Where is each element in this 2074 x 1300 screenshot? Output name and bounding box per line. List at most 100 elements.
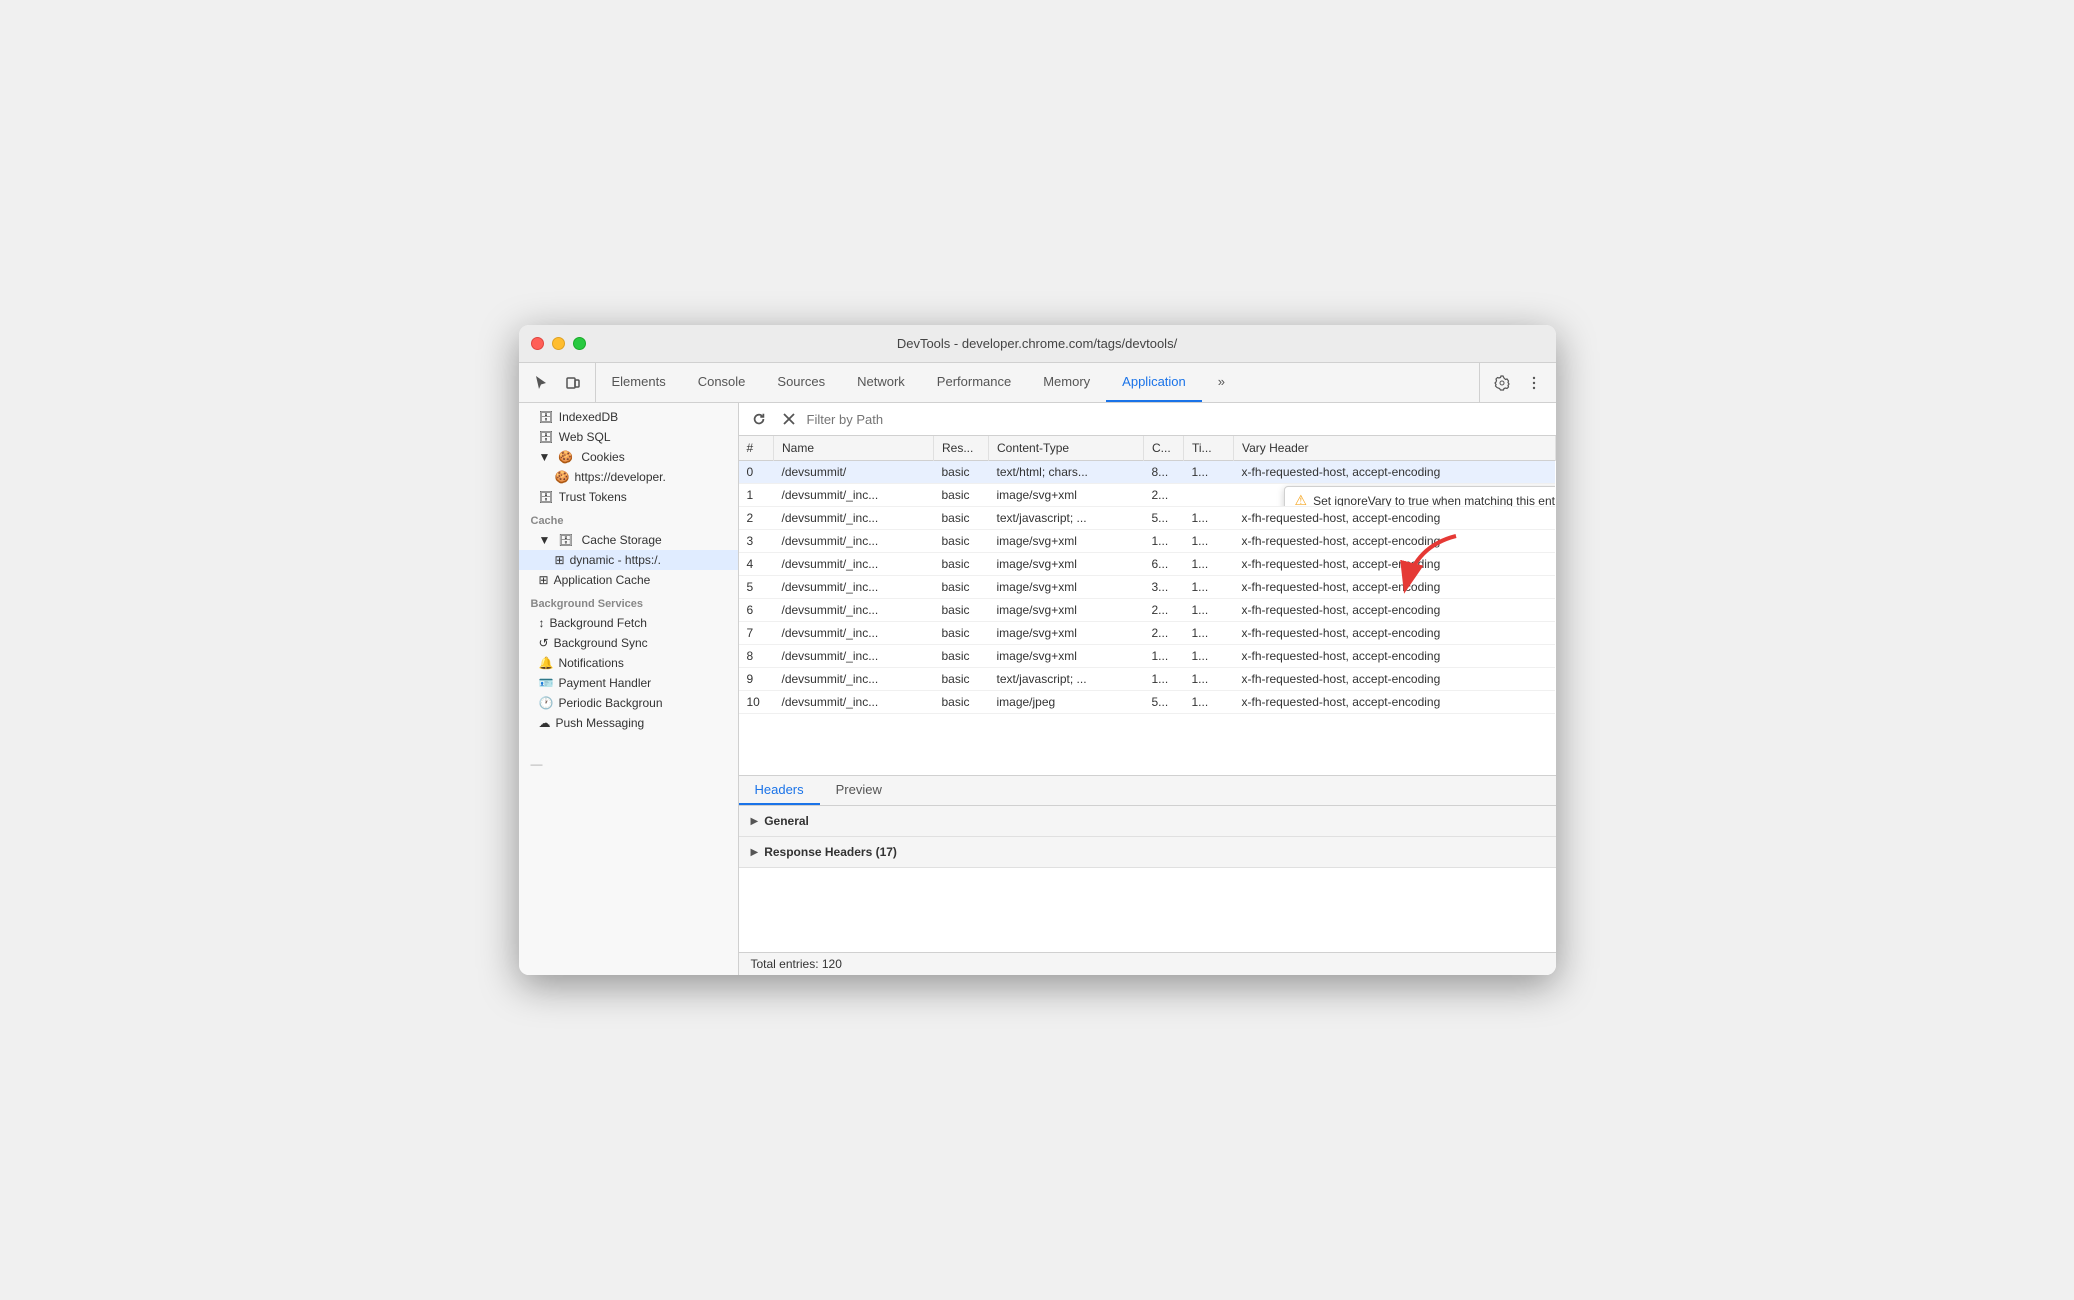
table-cell: 2... [1144, 622, 1184, 645]
main-area: 🗄 IndexedDB 🗄 Web SQL ▼ 🍪 Cookies 🍪 http… [519, 403, 1556, 975]
database-icon: 🗄 [539, 410, 554, 424]
table-row[interactable]: 0/devsummit/basictext/html; chars...8...… [739, 461, 1556, 484]
minimize-button[interactable] [552, 337, 565, 350]
tab-performance[interactable]: Performance [921, 363, 1027, 402]
tab-preview[interactable]: Preview [820, 776, 898, 805]
filter-input[interactable] [807, 412, 1548, 427]
tab-network[interactable]: Network [841, 363, 921, 402]
settings-icon[interactable] [1488, 369, 1516, 397]
table-cell: basic [934, 645, 989, 668]
table-cell: x-fh-requested-host, accept-encoding [1234, 553, 1556, 576]
cloud-icon: ☁ [539, 716, 551, 730]
chevron-icon: ▶ [751, 847, 759, 858]
table-cell: text/javascript; ... [989, 668, 1144, 691]
table-cell: 7 [739, 622, 774, 645]
table-cell: 6... [1144, 553, 1184, 576]
general-section-label: General [764, 814, 809, 828]
table-cell: 5... [1144, 691, 1184, 714]
maximize-button[interactable] [573, 337, 586, 350]
table-cell: /devsummit/_inc... [774, 645, 934, 668]
table-cell: 9 [739, 668, 774, 691]
panel-content: ▶ General ▶ Response Headers (17) [739, 806, 1556, 952]
sidebar-item-app-cache[interactable]: ⊞ Application Cache [519, 570, 738, 590]
more-icon[interactable] [1520, 369, 1548, 397]
response-headers-section-label: Response Headers (17) [764, 845, 897, 859]
toolbar: Elements Console Sources Network Perform… [519, 363, 1556, 403]
tab-sources[interactable]: Sources [761, 363, 841, 402]
table-row[interactable]: 2/devsummit/_inc...basictext/javascript;… [739, 507, 1556, 530]
table-row[interactable]: 8/devsummit/_inc...basicimage/svg+xml1..… [739, 645, 1556, 668]
table-container: # Name Res... Content-Type C... Ti... Va… [739, 436, 1556, 775]
tab-more[interactable]: » [1202, 363, 1241, 402]
grid-icon: ⊞ [555, 553, 565, 567]
general-section-header[interactable]: ▶ General [739, 806, 1556, 837]
sidebar-item-dynamic-cache[interactable]: ⊞ dynamic - https:/. [519, 550, 738, 570]
warning-icon: ⚠ [1295, 492, 1308, 507]
sidebar-item-bg-sync[interactable]: ↺ Background Sync [519, 633, 738, 653]
tab-console[interactable]: Console [682, 363, 762, 402]
table-cell: ⚠Set ignoreVary to true when matching th… [1234, 484, 1556, 507]
arrow-down-icon: ▼ [539, 450, 551, 464]
sidebar-item-trust-tokens[interactable]: 🗄 Trust Tokens [519, 487, 738, 507]
content-area: # Name Res... Content-Type C... Ti... Va… [739, 403, 1556, 975]
table-cell: image/svg+xml [989, 599, 1144, 622]
table-cell: 1... [1184, 599, 1234, 622]
table-cell: basic [934, 530, 989, 553]
table-cell: 1... [1184, 553, 1234, 576]
table-cell: 10 [739, 691, 774, 714]
table-cell: 1... [1184, 461, 1234, 484]
table-body: 0/devsummit/basictext/html; chars...8...… [739, 461, 1556, 714]
response-headers-section-header[interactable]: ▶ Response Headers (17) [739, 837, 1556, 868]
tab-memory[interactable]: Memory [1027, 363, 1106, 402]
col-res: Res... [934, 436, 989, 461]
table-cell: image/svg+xml [989, 622, 1144, 645]
table-cell: /devsummit/_inc... [774, 530, 934, 553]
table-row[interactable]: 9/devsummit/_inc...basictext/javascript;… [739, 668, 1556, 691]
table-cell: x-fh-requested-host, accept-encoding [1234, 507, 1556, 530]
table-cell: 1 [739, 484, 774, 507]
sidebar-item-cookies-url[interactable]: 🍪 https://developer. [519, 467, 738, 487]
table-cell: 1... [1144, 530, 1184, 553]
table-cell: image/jpeg [989, 691, 1144, 714]
table-cell: image/svg+xml [989, 645, 1144, 668]
table-row[interactable]: 7/devsummit/_inc...basicimage/svg+xml2..… [739, 622, 1556, 645]
sidebar-item-notifications[interactable]: 🔔 Notifications [519, 653, 738, 673]
table-row[interactable]: 5/devsummit/_inc...basicimage/svg+xml3..… [739, 576, 1556, 599]
tabs: Elements Console Sources Network Perform… [596, 363, 1479, 402]
tab-elements[interactable]: Elements [596, 363, 682, 402]
clock-icon: 🕐 [539, 696, 554, 710]
table-cell: 1... [1184, 691, 1234, 714]
titlebar: DevTools - developer.chrome.com/tags/dev… [519, 325, 1556, 363]
table-row[interactable]: 3/devsummit/_inc...basicimage/svg+xml1..… [739, 530, 1556, 553]
table-cell: 5... [1144, 507, 1184, 530]
table-cell: basic [934, 576, 989, 599]
cache-storage-icon: 🗄 [558, 533, 573, 547]
clear-button[interactable] [777, 407, 801, 431]
sidebar-item-push-messaging[interactable]: ☁ Push Messaging [519, 713, 738, 733]
refresh-button[interactable] [747, 407, 771, 431]
table-cell: image/svg+xml [989, 553, 1144, 576]
table-cell: basic [934, 691, 989, 714]
tab-headers[interactable]: Headers [739, 776, 820, 805]
table-row[interactable]: 6/devsummit/_inc...basicimage/svg+xml2..… [739, 599, 1556, 622]
table-row[interactable]: 1/devsummit/_inc...basicimage/svg+xml2..… [739, 484, 1556, 507]
table-cell: 0 [739, 461, 774, 484]
table-cell: text/html; chars... [989, 461, 1144, 484]
traffic-lights [531, 337, 586, 350]
table-row[interactable]: 10/devsummit/_inc...basicimage/jpeg5...1… [739, 691, 1556, 714]
sidebar-item-bg-fetch[interactable]: ↕ Background Fetch [519, 613, 738, 633]
tab-application[interactable]: Application [1106, 363, 1202, 402]
sidebar-item-periodic-bg[interactable]: 🕐 Periodic Backgroun [519, 693, 738, 713]
table-cell: /devsummit/_inc... [774, 691, 934, 714]
table-cell: x-fh-requested-host, accept-encoding [1234, 461, 1556, 484]
table-row[interactable]: 4/devsummit/_inc...basicimage/svg+xml6..… [739, 553, 1556, 576]
sidebar-item-cache-storage[interactable]: ▼ 🗄 Cache Storage [519, 530, 738, 550]
device-icon[interactable] [559, 369, 587, 397]
sidebar-item-payment-handler[interactable]: 🪪 Payment Handler [519, 673, 738, 693]
close-button[interactable] [531, 337, 544, 350]
sidebar-item-websql[interactable]: 🗄 Web SQL [519, 427, 738, 447]
cursor-icon[interactable] [527, 369, 555, 397]
sidebar-item-indexeddb[interactable]: 🗄 IndexedDB [519, 407, 738, 427]
sidebar-item-cookies[interactable]: ▼ 🍪 Cookies [519, 447, 738, 467]
table-cell: 2... [1144, 599, 1184, 622]
